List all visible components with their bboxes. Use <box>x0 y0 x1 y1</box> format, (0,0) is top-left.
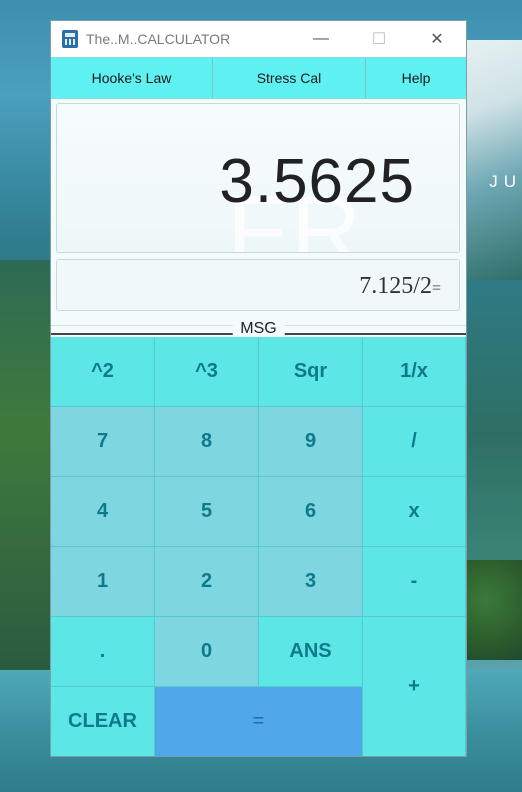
digit-0-button[interactable]: 0 <box>155 617 259 687</box>
menu-stress-cal[interactable]: Stress Cal <box>213 58 366 98</box>
background-trees-left <box>0 260 50 680</box>
close-button[interactable]: ✕ <box>408 21 466 57</box>
reciprocal-button[interactable]: 1/x <box>363 337 466 407</box>
window-controls: — ☐ ✕ <box>292 21 466 57</box>
digit-5-button[interactable]: 5 <box>155 477 259 547</box>
plus-button[interactable]: + <box>363 617 466 756</box>
sqrt-button[interactable]: Sqr <box>259 337 363 407</box>
digit-4-button[interactable]: 4 <box>51 477 155 547</box>
divide-button[interactable]: / <box>363 407 466 477</box>
minus-button[interactable]: - <box>363 547 466 617</box>
result-display: FR 3.5625 <box>56 103 460 253</box>
menu-bar: Hooke's Law Stress Cal Help <box>51 57 466 99</box>
menu-help[interactable]: Help <box>366 58 466 98</box>
square-button[interactable]: ^2 <box>51 337 155 407</box>
expression-display: 7.125/2= <box>56 259 460 311</box>
keypad: ^2 ^3 Sqr 1/x 7 8 9 / 4 5 6 x 1 2 3 - . … <box>51 337 466 756</box>
title-bar[interactable]: The..M..CALCULATOR — ☐ ✕ <box>51 21 466 57</box>
maximize-button[interactable]: ☐ <box>350 21 408 57</box>
background-text: JU <box>489 172 522 191</box>
minimize-button[interactable]: — <box>292 21 350 57</box>
multiply-button[interactable]: x <box>363 477 466 547</box>
digit-8-button[interactable]: 8 <box>155 407 259 477</box>
cube-button[interactable]: ^3 <box>155 337 259 407</box>
digit-6-button[interactable]: 6 <box>259 477 363 547</box>
expression-value: 7.125/2= <box>359 273 441 300</box>
digit-7-button[interactable]: 7 <box>51 407 155 477</box>
result-value: 3.5625 <box>219 147 415 216</box>
digit-3-button[interactable]: 3 <box>259 547 363 617</box>
equals-button[interactable]: = <box>155 687 363 756</box>
calculator-window: The..M..CALCULATOR — ☐ ✕ Hooke's Law Str… <box>50 20 467 757</box>
display-area: FR 3.5625 7.125/2= <box>51 99 466 326</box>
digit-9-button[interactable]: 9 <box>259 407 363 477</box>
digit-1-button[interactable]: 1 <box>51 547 155 617</box>
ans-button[interactable]: ANS <box>259 617 363 687</box>
background-trees-right <box>462 560 522 660</box>
digit-2-button[interactable]: 2 <box>155 547 259 617</box>
msg-label: MSG <box>232 320 285 338</box>
calculator-app-icon <box>62 30 78 48</box>
clear-button[interactable]: CLEAR <box>51 687 155 756</box>
menu-hookes-law[interactable]: Hooke's Law <box>51 58 213 98</box>
decimal-point-button[interactable]: . <box>51 617 155 687</box>
expression-text: 7.125/2 <box>359 273 432 299</box>
window-title: The..M..CALCULATOR <box>86 31 231 47</box>
expression-suffix: = <box>431 280 441 297</box>
